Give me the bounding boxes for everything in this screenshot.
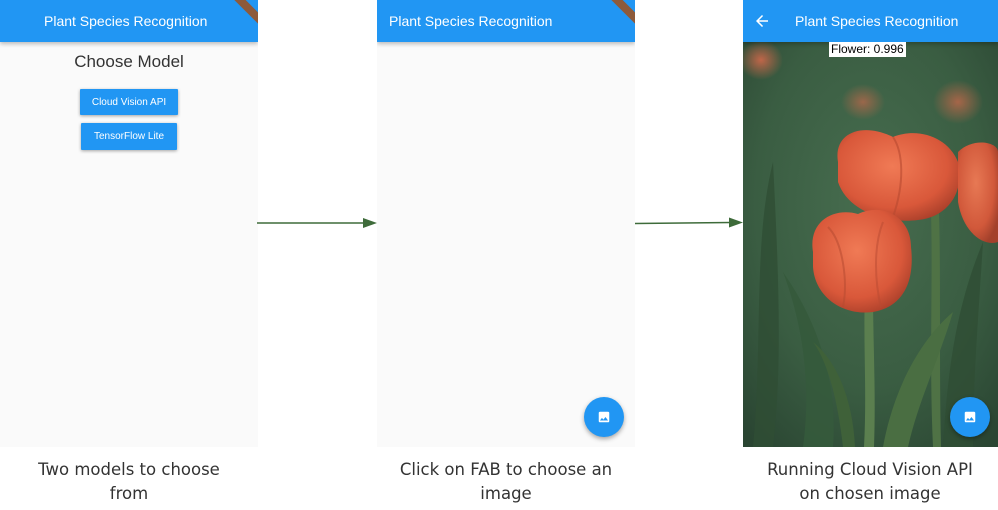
result-label: Flower: 0.996 <box>829 42 906 57</box>
flow-arrow-1 <box>257 218 377 228</box>
caption-step-3: Running Cloud Vision API on chosen image <box>767 460 973 503</box>
app-bar: Plant Species Recognition <box>0 0 258 42</box>
screen-pick-image: Plant Species Recognition <box>377 0 635 447</box>
app-bar-title: Plant Species Recognition <box>795 13 959 29</box>
flow-arrow-2 <box>635 217 743 228</box>
app-bar-title: Plant Species Recognition <box>389 13 553 29</box>
image-icon <box>598 411 610 423</box>
choose-model-heading: Choose Model <box>74 52 184 71</box>
cloud-vision-api-button[interactable]: Cloud Vision API <box>80 89 178 115</box>
screen-choose-model: Plant Species Recognition Choose Model C… <box>0 0 258 447</box>
caption-step-1: Two models to choose from <box>38 460 220 503</box>
tensorflow-lite-button[interactable]: TensorFlow Lite <box>81 123 177 150</box>
arrow-left-icon[interactable] <box>753 12 771 30</box>
pick-image-fab[interactable] <box>950 397 990 437</box>
screen-result: Plant Species Recognition Flower: 0.996 <box>743 0 998 447</box>
app-bar: Plant Species Recognition <box>743 0 998 42</box>
caption-step-2: Click on FAB to choose an image <box>399 460 613 503</box>
tulip-photo <box>743 42 998 447</box>
app-bar: Plant Species Recognition <box>377 0 635 42</box>
app-bar-title: Plant Species Recognition <box>44 13 208 29</box>
image-icon <box>964 411 976 423</box>
pick-image-fab[interactable] <box>584 397 624 437</box>
